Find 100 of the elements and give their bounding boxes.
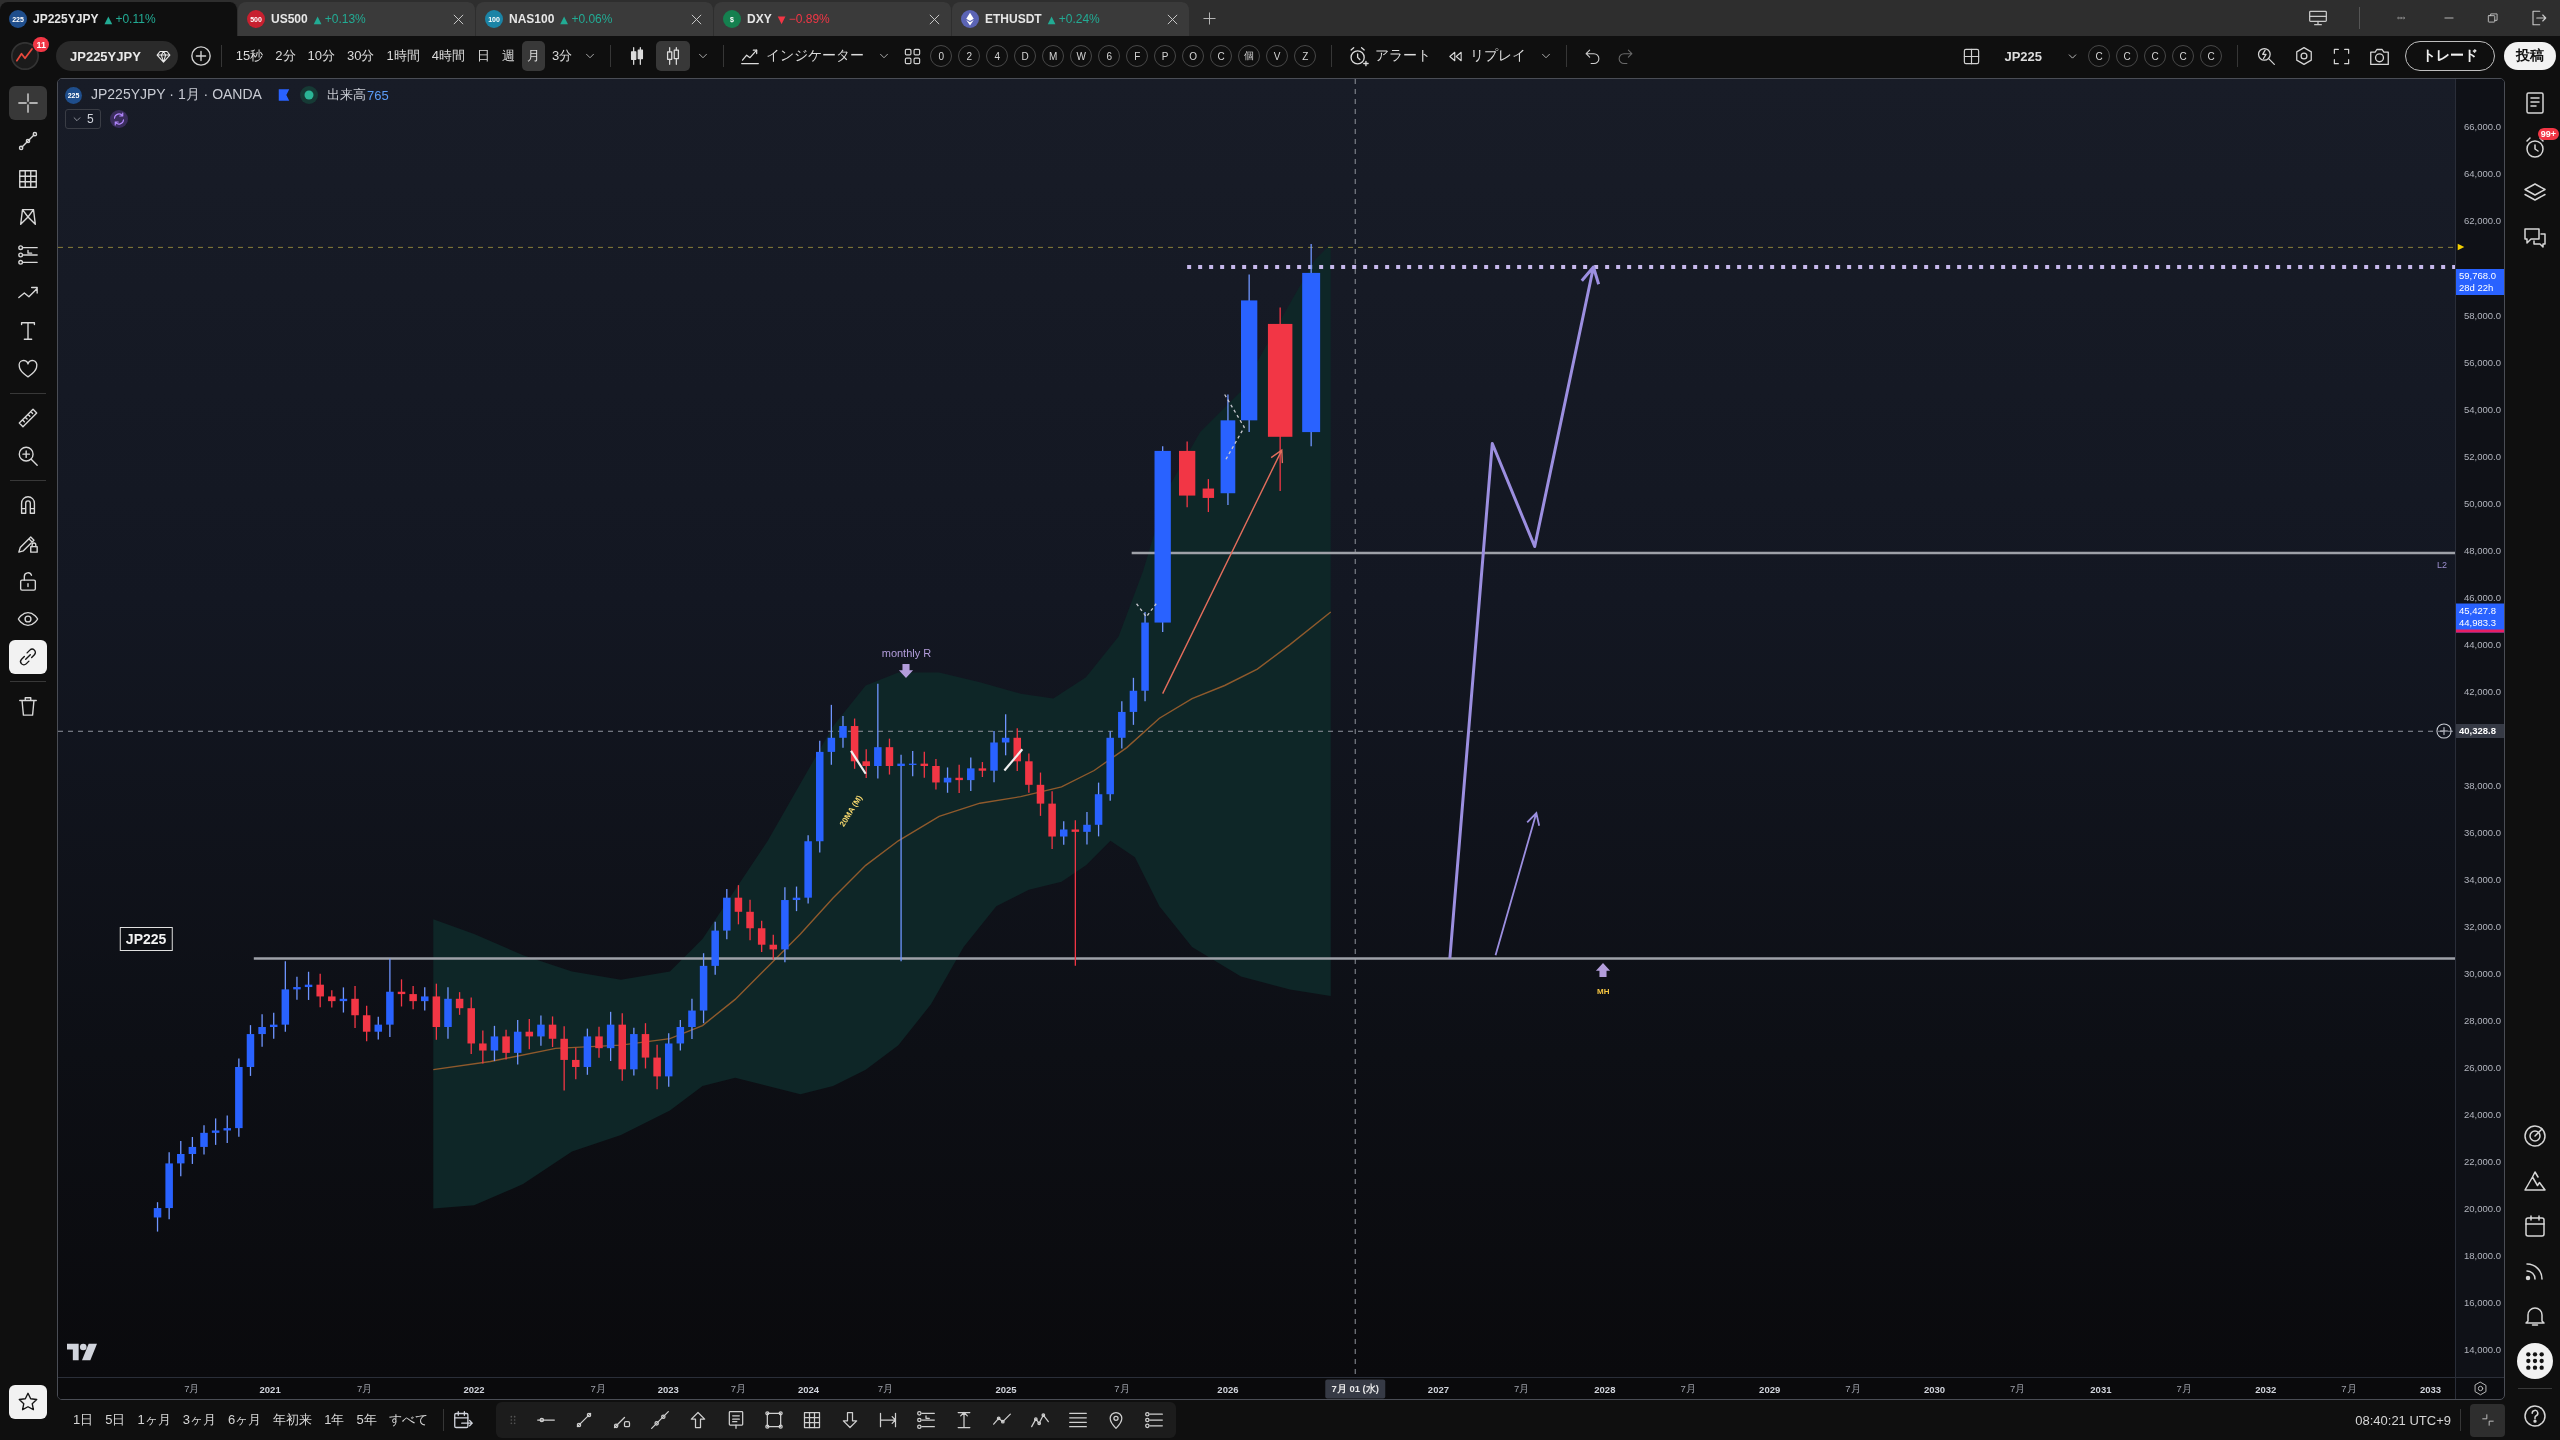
time-label: 7月	[2176, 1382, 2192, 1395]
price-label: 58,000.0	[2464, 309, 2501, 320]
volume-value: 765	[366, 87, 389, 103]
rectangle-icon[interactable]	[763, 1410, 784, 1430]
extended-line-icon[interactable]	[649, 1410, 670, 1430]
price-label: 36,000.0	[2464, 826, 2501, 838]
crosshair-date: 7月 01 (水)	[1325, 1379, 1385, 1398]
wave-icon[interactable]	[1029, 1410, 1050, 1430]
grid-icon[interactable]	[903, 46, 923, 66]
collapse-button[interactable]: 5	[65, 109, 101, 129]
layout-icon[interactable]	[1962, 46, 1982, 66]
redo-icon[interactable]	[1617, 47, 1635, 65]
date-range-icon[interactable]	[877, 1410, 898, 1430]
collapse-icon	[2480, 1413, 2495, 1427]
interval-button[interactable]: 15秒	[230, 41, 269, 71]
time-label: 2024	[798, 1383, 820, 1394]
levels-icon[interactable]	[915, 1410, 936, 1430]
price-label: 50,000.0	[2464, 497, 2501, 509]
range-button[interactable]: 3ヶ月	[176, 1411, 222, 1429]
monitor-icon[interactable]	[2307, 8, 2329, 28]
favorites-button[interactable]	[8, 1385, 47, 1419]
range-button[interactable]: 1ヶ月	[131, 1411, 177, 1429]
range-button[interactable]: 1年	[318, 1411, 351, 1429]
levels-icon	[16, 244, 39, 266]
range-button[interactable]: 5日	[99, 1411, 132, 1429]
range-button[interactable]: 1日	[67, 1411, 100, 1429]
triangle-marker-icon	[2457, 242, 2465, 252]
tool-button[interactable]	[8, 86, 47, 120]
trend-line	[850, 750, 867, 775]
range-button[interactable]: 5年	[350, 1411, 383, 1429]
logo-icon	[67, 1342, 98, 1363]
arrow-down-icon	[898, 661, 915, 681]
price-label: 16,000.0	[2464, 1296, 2501, 1308]
interval-button[interactable]: 月	[521, 41, 545, 71]
time-label: 7月	[1680, 1382, 1696, 1395]
fullscreen-icon[interactable]	[2332, 46, 2351, 66]
chart-type-button[interactable]	[656, 41, 691, 71]
alarm-clock-icon	[1348, 45, 1370, 67]
price-label: 20,000.0	[2464, 1202, 2501, 1214]
interval-button[interactable]: 2分	[270, 41, 301, 71]
range-button[interactable]: 6ヶ月	[221, 1411, 268, 1429]
tab[interactable]: ETHUSDT ▲ +0.24%	[952, 2, 1190, 36]
publish-button[interactable]: 投稿	[2504, 42, 2556, 70]
range-button[interactable]: 年初来	[267, 1411, 319, 1429]
tool-button[interactable]	[8, 640, 47, 674]
marker-label: MH	[1597, 986, 1610, 996]
help-icon	[2523, 1404, 2547, 1428]
flag-icon[interactable]	[276, 88, 291, 102]
time-label: 2025	[995, 1383, 1017, 1394]
avatar-icon[interactable]	[11, 42, 39, 70]
interval-button[interactable]: 日	[471, 41, 495, 71]
crosshair-icon	[16, 92, 39, 114]
restore-icon[interactable]	[2486, 11, 2500, 25]
sync-icon[interactable]	[109, 110, 128, 128]
price-label: 64,000.0	[2464, 167, 2501, 179]
price-label: 24,000.0	[2464, 1108, 2501, 1120]
interval-button[interactable]: 週	[496, 41, 520, 71]
alert-button[interactable]: アラート	[1341, 41, 1439, 71]
symbol-button[interactable]: JP225YJPY	[56, 41, 178, 71]
chevron-mark	[1224, 393, 1245, 463]
price-label: 46,000.0	[2464, 591, 2501, 603]
grid-icon[interactable]	[801, 1410, 822, 1430]
time-label: 7月	[2341, 1382, 2357, 1395]
range-button[interactable]: すべて	[382, 1411, 434, 1429]
settings-icon[interactable]	[2294, 46, 2314, 66]
price-tag: 45,427.8 44,983.3	[2456, 603, 2504, 633]
lines-icon[interactable]	[1067, 1410, 1088, 1430]
sidebar-button[interactable]	[2517, 1343, 2553, 1379]
price-label: 54,000.0	[2464, 403, 2501, 415]
interval-button[interactable]: 10分	[302, 41, 340, 71]
indicators-button[interactable]: インジケーター	[733, 41, 872, 71]
interval-button[interactable]: 30分	[342, 41, 380, 71]
apps-icon	[2525, 1351, 2545, 1371]
ruler-icon	[16, 407, 39, 429]
replay-button[interactable]: リプレイ	[1440, 41, 1534, 71]
time-label: 7月	[2010, 1382, 2026, 1395]
arrow-up-icon	[1594, 960, 1612, 980]
price-label: 52,000.0	[2464, 450, 2501, 462]
settings-icon[interactable]	[2472, 1381, 2488, 1396]
price-tag: 59,768.0 28d 22h	[2456, 268, 2504, 295]
search-icon[interactable]	[2256, 46, 2276, 66]
interval-button[interactable]: 3分	[546, 41, 578, 71]
add-icon[interactable]	[2435, 722, 2453, 740]
interval-button[interactable]: 1時間	[381, 41, 425, 71]
add-icon[interactable]	[189, 45, 212, 67]
interval-button[interactable]: 4時間	[426, 41, 470, 71]
symbol-dropdown[interactable]: JP225	[1999, 41, 2084, 71]
chat-icon	[2523, 226, 2547, 250]
add-icon[interactable]	[1202, 10, 1217, 26]
list-icon[interactable]	[1143, 1410, 1164, 1430]
exit-icon[interactable]	[2530, 9, 2548, 27]
clock: 08:40:21 UTC+9	[2355, 1412, 2451, 1428]
time-label: 2027	[1427, 1383, 1449, 1394]
price-label: 44,000.0	[2464, 638, 2501, 650]
collapse-button[interactable]	[2470, 1403, 2505, 1437]
time-label: 7月	[877, 1382, 893, 1395]
go-to-date-icon[interactable]	[452, 1409, 474, 1431]
undo-icon[interactable]	[1584, 47, 1602, 65]
time-label: 7月	[1845, 1382, 1861, 1395]
time-label: 2033	[2419, 1383, 2442, 1394]
